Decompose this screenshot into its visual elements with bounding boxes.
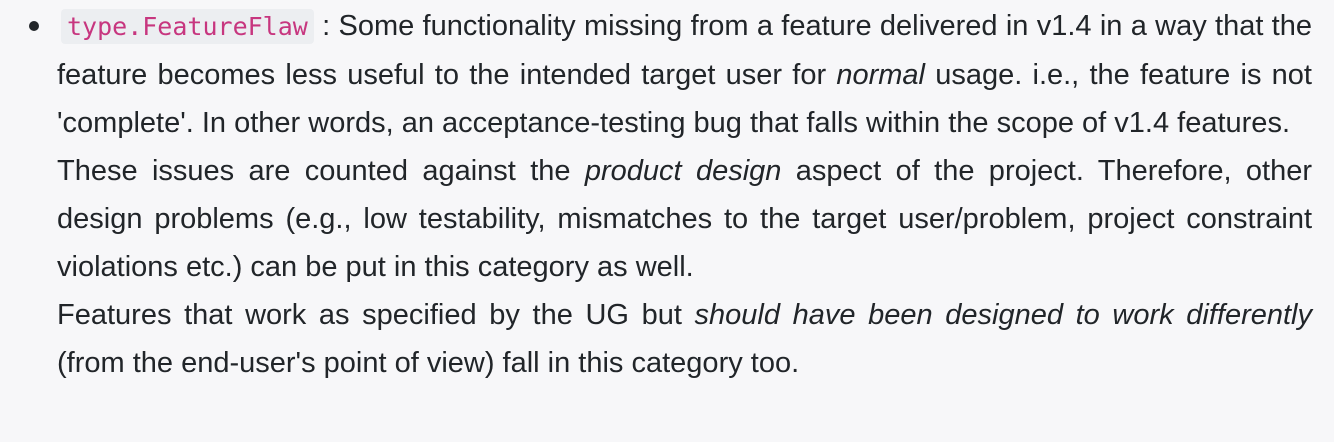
designed-differently-text-start: Features that work as specified by the U… — [57, 299, 695, 331]
emphasis-product-design: product design — [584, 155, 782, 187]
feature-flaw-definition: type.FeatureFlaw : Some functionality mi… — [57, 2, 1312, 147]
product-design-paragraph: These issues are counted against the pro… — [57, 147, 1312, 291]
emphasis-normal: normal — [836, 59, 925, 91]
list-item-feature-flaw: type.FeatureFlaw : Some functionality mi… — [0, 0, 1334, 387]
emphasis-designed-differently: should have been designed to work differ… — [694, 299, 1312, 331]
product-design-text-start: These issues are counted against the — [57, 155, 585, 187]
designed-differently-paragraph: Features that work as specified by the U… — [57, 291, 1312, 387]
type-label-code: type.FeatureFlaw — [61, 9, 314, 44]
bullet-icon — [29, 21, 39, 31]
designed-differently-text-end: (from the end-user's point of view) fall… — [57, 347, 800, 379]
bug-type-list: type.FeatureFlaw : Some functionality mi… — [0, 0, 1334, 387]
